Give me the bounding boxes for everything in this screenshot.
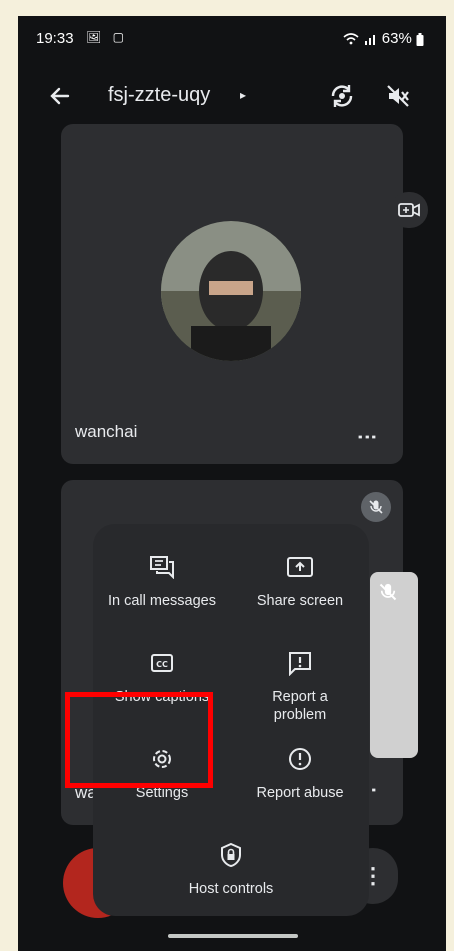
- menu-item-label: Report a problem: [272, 689, 328, 723]
- mic-off-icon: [379, 583, 397, 601]
- meeting-code[interactable]: fsj-zzte-uqy: [108, 84, 210, 107]
- menu-item-report-abuse[interactable]: Report abuse: [231, 744, 369, 802]
- status-bar: 19:33 🖼 ▢ 63%: [18, 16, 446, 56]
- menu-item-host-controls[interactable]: Host controls: [162, 840, 300, 898]
- participant-photo: [161, 221, 301, 361]
- menu-item-share-screen[interactable]: Share screen: [231, 552, 369, 610]
- participant-tile[interactable]: wanchai ⋮: [61, 124, 403, 464]
- host-lock-icon: [221, 842, 241, 868]
- alert-circle-icon: [289, 748, 311, 770]
- menu-item-report-problem[interactable]: Report a problem: [231, 648, 369, 724]
- more-vert-icon[interactable]: ⋮: [355, 427, 379, 447]
- meeting-info-caret-icon[interactable]: ▸: [240, 88, 246, 102]
- status-notification-icons: 🖼 ▢: [86, 30, 128, 44]
- camera-effects-icon: [398, 203, 420, 217]
- status-right: 63%: [343, 30, 424, 47]
- self-view-tile[interactable]: [370, 572, 418, 758]
- battery-percent: 63%: [381, 30, 412, 47]
- svg-text:CC: CC: [156, 660, 168, 669]
- speaker-off-icon: [387, 85, 409, 107]
- switch-camera-button[interactable]: [324, 78, 360, 114]
- phone-screen: 19:33 🖼 ▢ 63% fsj-zzte-uqy ▸ wanchai ⋮ w…: [18, 16, 446, 951]
- report-problem-icon: [289, 652, 311, 676]
- mic-off-icon: [369, 500, 383, 514]
- home-indicator[interactable]: [168, 934, 298, 938]
- status-time: 19:33: [36, 30, 74, 47]
- menu-item-label: Share screen: [256, 593, 344, 609]
- camera-effects-button[interactable]: [390, 192, 428, 228]
- share-screen-icon: [287, 557, 313, 577]
- menu-item-label: Report abuse: [256, 785, 344, 801]
- signal-icon: [364, 35, 375, 46]
- battery-icon: [416, 32, 424, 46]
- captions-icon: CC: [151, 654, 173, 672]
- menu-item-label: Host controls: [188, 881, 274, 897]
- chat-icon: [150, 556, 174, 579]
- participant-muted-badge: [361, 492, 391, 522]
- speaker-off-button[interactable]: [380, 78, 416, 114]
- back-arrow-icon[interactable]: [48, 84, 72, 108]
- menu-item-in-call-messages[interactable]: In call messages: [93, 552, 231, 610]
- wifi-icon: [343, 33, 359, 45]
- participant-name: wanchai: [75, 422, 138, 441]
- avatar: [161, 221, 301, 361]
- settings-highlight-box: [65, 692, 213, 788]
- call-header: fsj-zzte-uqy ▸: [18, 72, 446, 120]
- menu-item-label: In call messages: [108, 593, 216, 609]
- switch-camera-icon: [331, 85, 353, 107]
